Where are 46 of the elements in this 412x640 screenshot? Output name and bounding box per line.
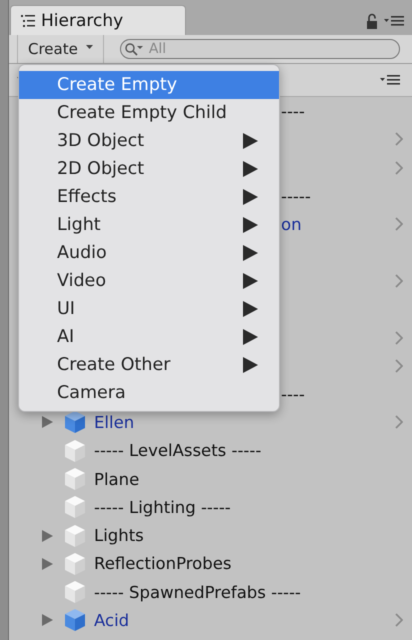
search-icon bbox=[124, 42, 146, 56]
menu-item[interactable]: Camera bbox=[19, 379, 279, 407]
tab-title: Hierarchy bbox=[41, 10, 124, 30]
menu-item[interactable]: Create Other bbox=[19, 351, 279, 379]
object-name: on bbox=[281, 214, 302, 234]
menu-item[interactable]: Light bbox=[19, 211, 279, 239]
menu-item[interactable]: UI bbox=[19, 295, 279, 323]
chevron-right-icon[interactable] bbox=[395, 613, 403, 628]
object-name[interactable]: ----- Lighting ----- bbox=[94, 498, 231, 517]
object-name[interactable]: ----- SpawnedPrefabs ----- bbox=[94, 582, 301, 602]
menu-icon[interactable] bbox=[380, 75, 400, 85]
menu-item[interactable]: 3D Object bbox=[19, 127, 279, 155]
object-name[interactable]: Plane bbox=[94, 470, 140, 488]
caret-icon bbox=[86, 45, 93, 49]
object-name: ---- bbox=[281, 102, 305, 121]
menu-item[interactable]: AI bbox=[19, 323, 279, 351]
list-icon bbox=[21, 14, 35, 26]
object-name[interactable]: Acid bbox=[94, 610, 130, 630]
create-button[interactable]: Create bbox=[17, 35, 104, 63]
object-name: ---- bbox=[281, 384, 305, 404]
menu-item[interactable]: Effects bbox=[19, 183, 279, 211]
object-name[interactable]: ----- LevelAssets ----- bbox=[94, 441, 262, 460]
chevron-right-icon[interactable] bbox=[395, 217, 403, 232]
menu-item[interactable]: Create Empty bbox=[19, 71, 279, 99]
chevron-right-icon[interactable] bbox=[395, 415, 403, 430]
chevron-right-icon[interactable] bbox=[395, 132, 403, 146]
object-name[interactable]: Lights bbox=[94, 526, 144, 546]
chevron-right-icon[interactable] bbox=[395, 358, 403, 373]
hierarchy-tab[interactable]: Hierarchy bbox=[10, 5, 186, 35]
menu-item[interactable]: Video bbox=[19, 267, 279, 295]
chevron-right-icon[interactable] bbox=[395, 160, 403, 175]
object-name[interactable]: ReflectionProbes bbox=[94, 554, 232, 574]
expand-arrow-icon[interactable] bbox=[42, 558, 53, 570]
object-name: ----- bbox=[281, 186, 311, 206]
chevron-right-icon[interactable] bbox=[395, 274, 403, 288]
menu-item[interactable]: Audio bbox=[19, 239, 279, 267]
object-name[interactable]: Ellen bbox=[94, 412, 134, 432]
lock-icon[interactable] bbox=[366, 13, 378, 29]
chevron-right-icon[interactable] bbox=[395, 330, 403, 345]
menu-item[interactable]: 2D Object bbox=[19, 155, 279, 183]
expand-arrow-icon[interactable] bbox=[42, 614, 53, 626]
menu-item[interactable]: Create Empty Child bbox=[19, 99, 279, 127]
expand-arrow-icon[interactable] bbox=[42, 530, 53, 542]
expand-arrow-icon[interactable] bbox=[42, 416, 53, 428]
search-field[interactable]: All bbox=[120, 39, 400, 59]
menu-icon[interactable] bbox=[384, 16, 404, 26]
